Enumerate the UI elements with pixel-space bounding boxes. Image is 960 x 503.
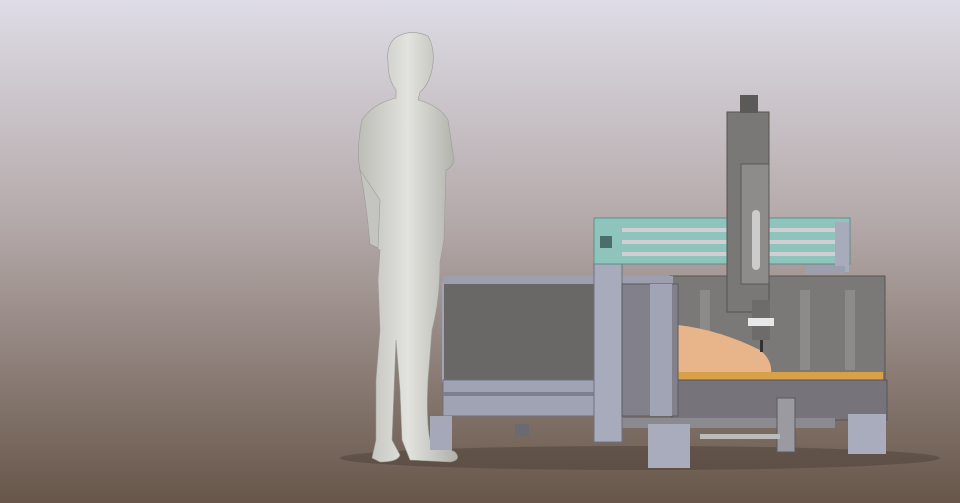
cad-render-scene — [0, 0, 960, 503]
leg-left — [430, 416, 452, 450]
left-lower-rail — [442, 379, 604, 417]
leg-right — [848, 414, 886, 454]
leg-front — [648, 424, 690, 468]
left-panel — [442, 282, 604, 382]
